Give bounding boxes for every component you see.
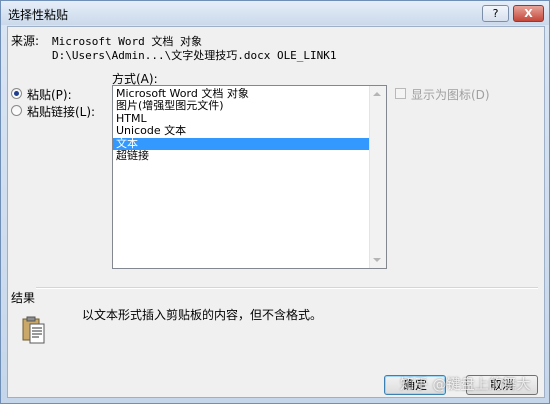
paste-as-list[interactable]: Microsoft Word 文档 对象 图片(增强型图元文件) HTML Unico… (113, 88, 371, 162)
paste-radio[interactable]: 粘贴(P): (10, 86, 105, 102)
paste-radio-label: 粘贴(P): (27, 88, 72, 102)
radio-selected-dot (14, 91, 19, 96)
source-label: 来源: (11, 34, 40, 48)
dialog-body: 来源: Microsoft Word 文档 对象 D:\Users\Admin.… (7, 26, 545, 398)
paste-link-radio-circle[interactable] (11, 105, 22, 116)
close-button[interactable]: X (513, 5, 544, 22)
result-label: 结果 (11, 291, 36, 305)
window-title: 选择性粘贴 (8, 8, 69, 22)
listbox-scrollbar[interactable] (369, 86, 386, 268)
list-item[interactable]: 超链接 (113, 150, 371, 162)
display-as-icon-checkbox[interactable] (395, 88, 406, 99)
clipboard-icon (22, 316, 45, 344)
paste-link-radio[interactable]: 粘贴链接(L): (10, 103, 105, 119)
list-item[interactable]: 图片(增强型图元文件) (113, 100, 371, 112)
paste-special-dialog: 选择性粘贴 ? X 来源: Microsoft Word 文档 对象 D:\Us… (0, 0, 550, 404)
scroll-down-arrow-icon[interactable] (373, 258, 381, 262)
result-group-divider (36, 287, 538, 289)
scroll-up-arrow-icon[interactable] (373, 92, 381, 96)
display-as-icon-label: 显示为图标(D) (411, 88, 490, 102)
paste-radio-circle[interactable] (11, 88, 22, 99)
list-item[interactable]: Microsoft Word 文档 对象 (113, 88, 371, 100)
watermark-text: 知乎 @键盘上的舞大 (400, 377, 531, 393)
paste-as-listbox[interactable]: Microsoft Word 文档 对象 图片(增强型图元文件) HTML Unico… (112, 85, 387, 269)
result-description: 以文本形式插入剪贴板的内容，但不含格式。 (82, 308, 323, 322)
source-path-text: D:\Users\Admin...\文字处理技巧.docx OLE_LINK1 (52, 49, 337, 62)
list-item[interactable]: 文本 (113, 137, 371, 150)
list-item[interactable]: HTML (113, 113, 371, 125)
help-button[interactable]: ? (482, 5, 509, 22)
title-bar[interactable]: 选择性粘贴 ? X (1, 1, 549, 25)
list-item[interactable]: Unicode 文本 (113, 125, 371, 137)
paste-link-radio-label: 粘贴链接(L): (27, 105, 96, 119)
